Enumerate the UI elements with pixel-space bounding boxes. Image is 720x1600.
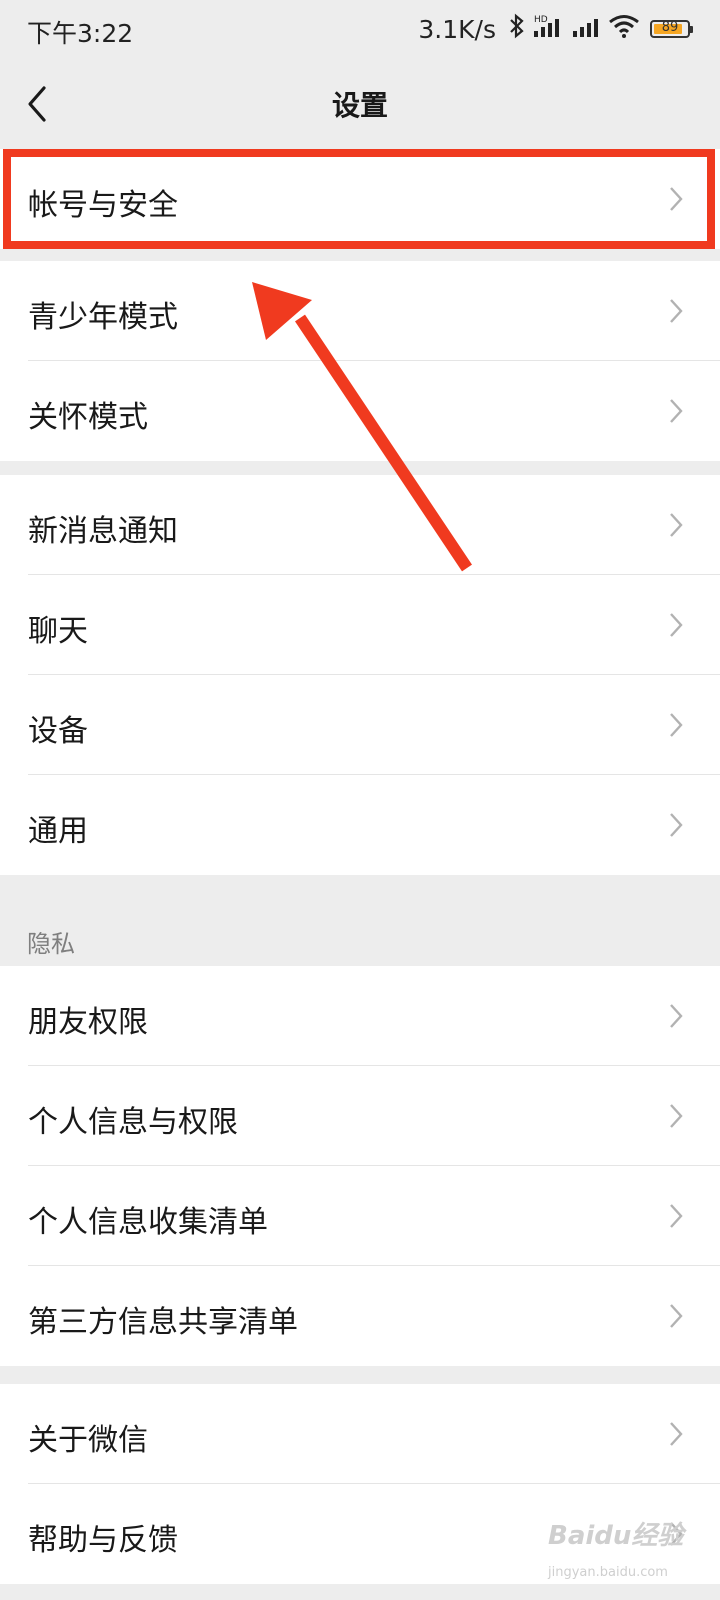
signal-icon <box>572 13 602 45</box>
settings-item-label: 帐号与安全 <box>28 188 178 223</box>
status-icons: 3.1K/s HD 89 <box>418 13 693 45</box>
settings-group-modes: 青少年模式 关怀模式 <box>0 261 720 461</box>
settings-item-chat[interactable]: 聊天 <box>0 575 720 675</box>
settings-item-account-security[interactable]: 帐号与安全 <box>0 149 720 249</box>
settings-group-general: 新消息通知 聊天 设备 通用 <box>0 475 720 875</box>
settings-item-label: 第三方信息共享清单 <box>28 1305 298 1340</box>
settings-item-label: 关怀模式 <box>28 400 148 435</box>
page-title: 设置 <box>331 89 388 122</box>
chevron-right-icon <box>670 399 683 423</box>
settings-item-care-mode[interactable]: 关怀模式 <box>0 361 720 461</box>
watermark-url: jingyan.baidu.com <box>548 1565 668 1580</box>
settings-item-about-wechat[interactable]: 关于微信 <box>0 1384 720 1484</box>
battery-icon: 89 <box>650 20 693 38</box>
battery-cap <box>690 26 693 33</box>
settings-item-third-party-sharing-list[interactable]: 第三方信息共享清单 <box>0 1266 720 1366</box>
section-header-privacy: 隐私 <box>27 930 75 958</box>
settings-group-privacy: 朋友权限 个人信息与权限 个人信息收集清单 第三方信息共享清单 <box>0 966 720 1366</box>
status-time: 下午3:22 <box>27 19 134 48</box>
signal-icon: HD <box>532 13 566 45</box>
settings-item-info-collection-list[interactable]: 个人信息收集清单 <box>0 1166 720 1266</box>
chevron-right-icon <box>670 1422 683 1446</box>
settings-group-about: 关于微信 帮助与反馈 <box>0 1384 720 1584</box>
wifi-icon <box>608 13 640 45</box>
settings-item-notifications[interactable]: 新消息通知 <box>0 475 720 575</box>
hd-badge: HD <box>534 15 548 25</box>
battery-level: 89 <box>661 20 679 35</box>
settings-item-label: 新消息通知 <box>28 514 178 549</box>
chevron-right-icon <box>670 299 683 323</box>
settings-item-label: 聊天 <box>28 614 88 649</box>
chevron-right-icon <box>670 1004 683 1028</box>
settings-item-label: 个人信息与权限 <box>28 1105 238 1140</box>
settings-item-label: 朋友权限 <box>28 1005 148 1040</box>
settings-item-friend-permissions[interactable]: 朋友权限 <box>0 966 720 1066</box>
chevron-right-icon <box>670 513 683 537</box>
settings-item-label: 关于微信 <box>28 1423 148 1458</box>
chevron-right-icon <box>670 1204 683 1228</box>
settings-item-label: 青少年模式 <box>28 300 178 335</box>
bluetooth-icon <box>508 13 526 45</box>
settings-item-label: 帮助与反馈 <box>28 1523 178 1558</box>
settings-item-teen-mode[interactable]: 青少年模式 <box>0 261 720 361</box>
settings-item-label: 个人信息收集清单 <box>28 1205 268 1240</box>
chevron-right-icon <box>670 613 683 637</box>
settings-item-general[interactable]: 通用 <box>0 775 720 875</box>
chevron-right-icon <box>670 713 683 737</box>
settings-item-label: 设备 <box>28 714 88 749</box>
chevron-right-icon <box>670 1304 683 1328</box>
nav-bar: 设置 <box>0 58 720 148</box>
watermark-logo: Baidu经验 <box>548 1521 684 1551</box>
settings-item-devices[interactable]: 设备 <box>0 675 720 775</box>
chevron-right-icon <box>670 813 683 837</box>
settings-item-label: 通用 <box>28 814 88 849</box>
chevron-right-icon <box>670 1104 683 1128</box>
network-speed: 3.1K/s <box>418 14 496 44</box>
chevron-right-icon <box>670 187 683 211</box>
settings-item-personal-info-permissions[interactable]: 个人信息与权限 <box>0 1066 720 1166</box>
settings-group-account: 帐号与安全 <box>0 149 720 249</box>
status-bar: 下午3:22 3.1K/s HD 89 <box>0 0 720 58</box>
